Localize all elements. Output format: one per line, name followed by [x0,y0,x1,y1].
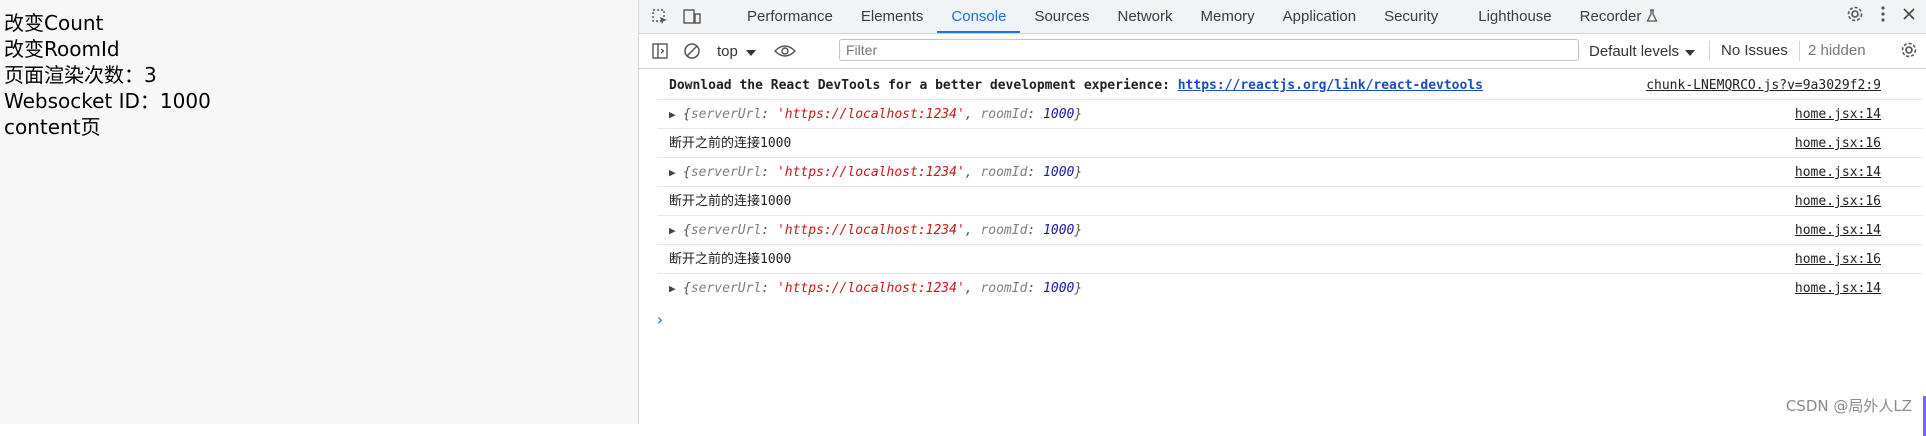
console-message: ▶ {serverUrl: 'https://localhost:1234', r… [657,101,1923,129]
sidebar-toggle-icon[interactable] [649,40,671,62]
devtools-tabs: Performance Elements Console Sources Net… [733,0,1672,33]
websocket-id-text: Websocket ID：1000 [4,89,211,113]
console-message: 断开之前的连接1000 home.jsx:16 [657,130,1923,158]
console-message: 断开之前的连接1000 home.jsx:16 [657,188,1923,216]
dropdown-arrow-icon [1685,43,1696,60]
flask-icon [1645,8,1658,25]
object-value: 'https://localhost:1234' [776,165,965,180]
object-key: serverUrl [690,107,762,122]
object-value: 'https://localhost:1234' [776,281,965,296]
object-key: roomId [980,165,1028,180]
context-selector-label: top [717,42,738,60]
object-key: serverUrl [690,223,762,238]
tab-security[interactable]: Security [1370,0,1452,33]
source-link[interactable]: home.jsx:14 [1795,101,1881,129]
source-link[interactable]: home.jsx:16 [1795,188,1881,216]
dropdown-arrow-icon [745,43,756,60]
object-value: 1000 [1043,281,1075,296]
object-key: serverUrl [690,281,762,296]
object-value: 'https://localhost:1234' [776,107,965,122]
context-selector[interactable]: top [717,43,756,60]
object-key: roomId [980,281,1028,296]
object-value: 1000 [1043,165,1075,180]
source-link[interactable]: home.jsx:16 [1795,246,1881,274]
object-key: serverUrl [690,165,762,180]
console-filter-input[interactable] [839,39,1579,61]
tab-network[interactable]: Network [1103,0,1186,33]
tab-elements[interactable]: Elements [847,0,938,33]
react-devtools-notice: Download the React DevTools for a better… [669,78,1178,93]
devtools-panel: Performance Elements Console Sources Net… [639,0,1926,436]
console-message: ▶ {serverUrl: 'https://localhost:1234', r… [657,217,1923,245]
tab-lighthouse[interactable]: Lighthouse [1464,0,1565,33]
console-object[interactable]: ▶ {serverUrl: 'https://localhost:1234', r… [669,275,1082,303]
tab-console[interactable]: Console [937,0,1021,33]
source-link[interactable]: home.jsx:14 [1795,217,1881,245]
source-link[interactable]: chunk-LNEMQRCO.js?v=9a3029f2:9 [1646,72,1881,100]
log-levels-dropdown[interactable]: Default levels [1589,34,1696,68]
change-roomid-text[interactable]: 改变RoomId [0,36,638,62]
object-value: 1000 [1043,107,1075,122]
settings-gear-icon[interactable] [1846,5,1864,28]
close-icon[interactable] [1902,7,1916,26]
tab-application[interactable]: Application [1269,0,1370,33]
object-value: 'https://localhost:1234' [776,223,965,238]
expand-triangle-icon[interactable]: ▶ [669,217,683,245]
content-page-text: content页 [4,115,101,139]
console-message: Download the React DevTools for a better… [657,72,1923,100]
render-count-text: 页面渲染次数：3 [4,63,157,87]
console-log-text: 断开之前的连接1000 [669,136,792,151]
tab-recorder[interactable]: Recorder [1566,0,1672,33]
console-prompt-chevron-icon[interactable]: › [655,310,665,329]
tab-performance[interactable]: Performance [733,0,847,33]
console-object[interactable]: ▶ {serverUrl: 'https://localhost:1234', r… [669,159,1082,187]
console-output: Download the React DevTools for a better… [639,68,1926,436]
devtools-right-controls [1846,0,1916,33]
clear-console-icon[interactable] [681,40,703,62]
tab-sources[interactable]: Sources [1020,0,1103,33]
expand-triangle-icon[interactable]: ▶ [669,101,683,129]
hidden-messages-count: 2 hidden [1808,42,1866,59]
live-expression-eye-icon[interactable] [773,40,796,62]
console-message: 断开之前的连接1000 home.jsx:16 [657,246,1923,274]
react-devtools-link[interactable]: https://reactjs.org/link/react-devtools [1178,78,1483,93]
console-message: ▶ {serverUrl: 'https://localhost:1234', r… [657,275,1923,303]
devtools-tabbar: Performance Elements Console Sources Net… [639,0,1926,34]
object-value: 1000 [1043,223,1075,238]
object-key: roomId [980,223,1028,238]
source-link[interactable]: home.jsx:14 [1795,159,1881,187]
tab-memory[interactable]: Memory [1187,0,1269,33]
console-object[interactable]: ▶ {serverUrl: 'https://localhost:1234', r… [669,101,1082,129]
object-key: roomId [980,107,1028,122]
source-link[interactable]: home.jsx:14 [1795,275,1881,303]
console-log-text: 断开之前的连接1000 [669,252,792,267]
console-toolbar: top Default levels No Issues 2 hidden [639,34,1926,69]
toolbar-divider [1799,41,1800,61]
console-log-text: 断开之前的连接1000 [669,194,792,209]
console-settings-gear-icon[interactable] [1900,41,1918,64]
console-message: ▶ {serverUrl: 'https://localhost:1234', r… [657,159,1923,187]
console-object[interactable]: ▶ {serverUrl: 'https://localhost:1234', r… [669,217,1082,245]
tab-recorder-label: Recorder [1579,8,1642,25]
expand-triangle-icon[interactable]: ▶ [669,275,683,303]
console-message-text: Download the React DevTools for a better… [669,72,1483,100]
change-count-text[interactable]: 改变Count [0,10,638,36]
watermark: CSDN @局外人LZ [1785,397,1912,415]
issues-counter[interactable]: No Issues [1721,34,1788,68]
inspect-element-icon[interactable] [649,6,671,28]
toolbar-divider [1709,41,1710,61]
source-link[interactable]: home.jsx:16 [1795,130,1881,158]
expand-triangle-icon[interactable]: ▶ [669,159,683,187]
more-options-icon[interactable] [1880,5,1886,28]
log-levels-label: Default levels [1589,42,1680,60]
device-toolbar-icon[interactable] [681,6,703,28]
page-content-pane: 改变Count 改变RoomId 页面渲染次数：3 Websocket ID：1… [0,0,639,424]
